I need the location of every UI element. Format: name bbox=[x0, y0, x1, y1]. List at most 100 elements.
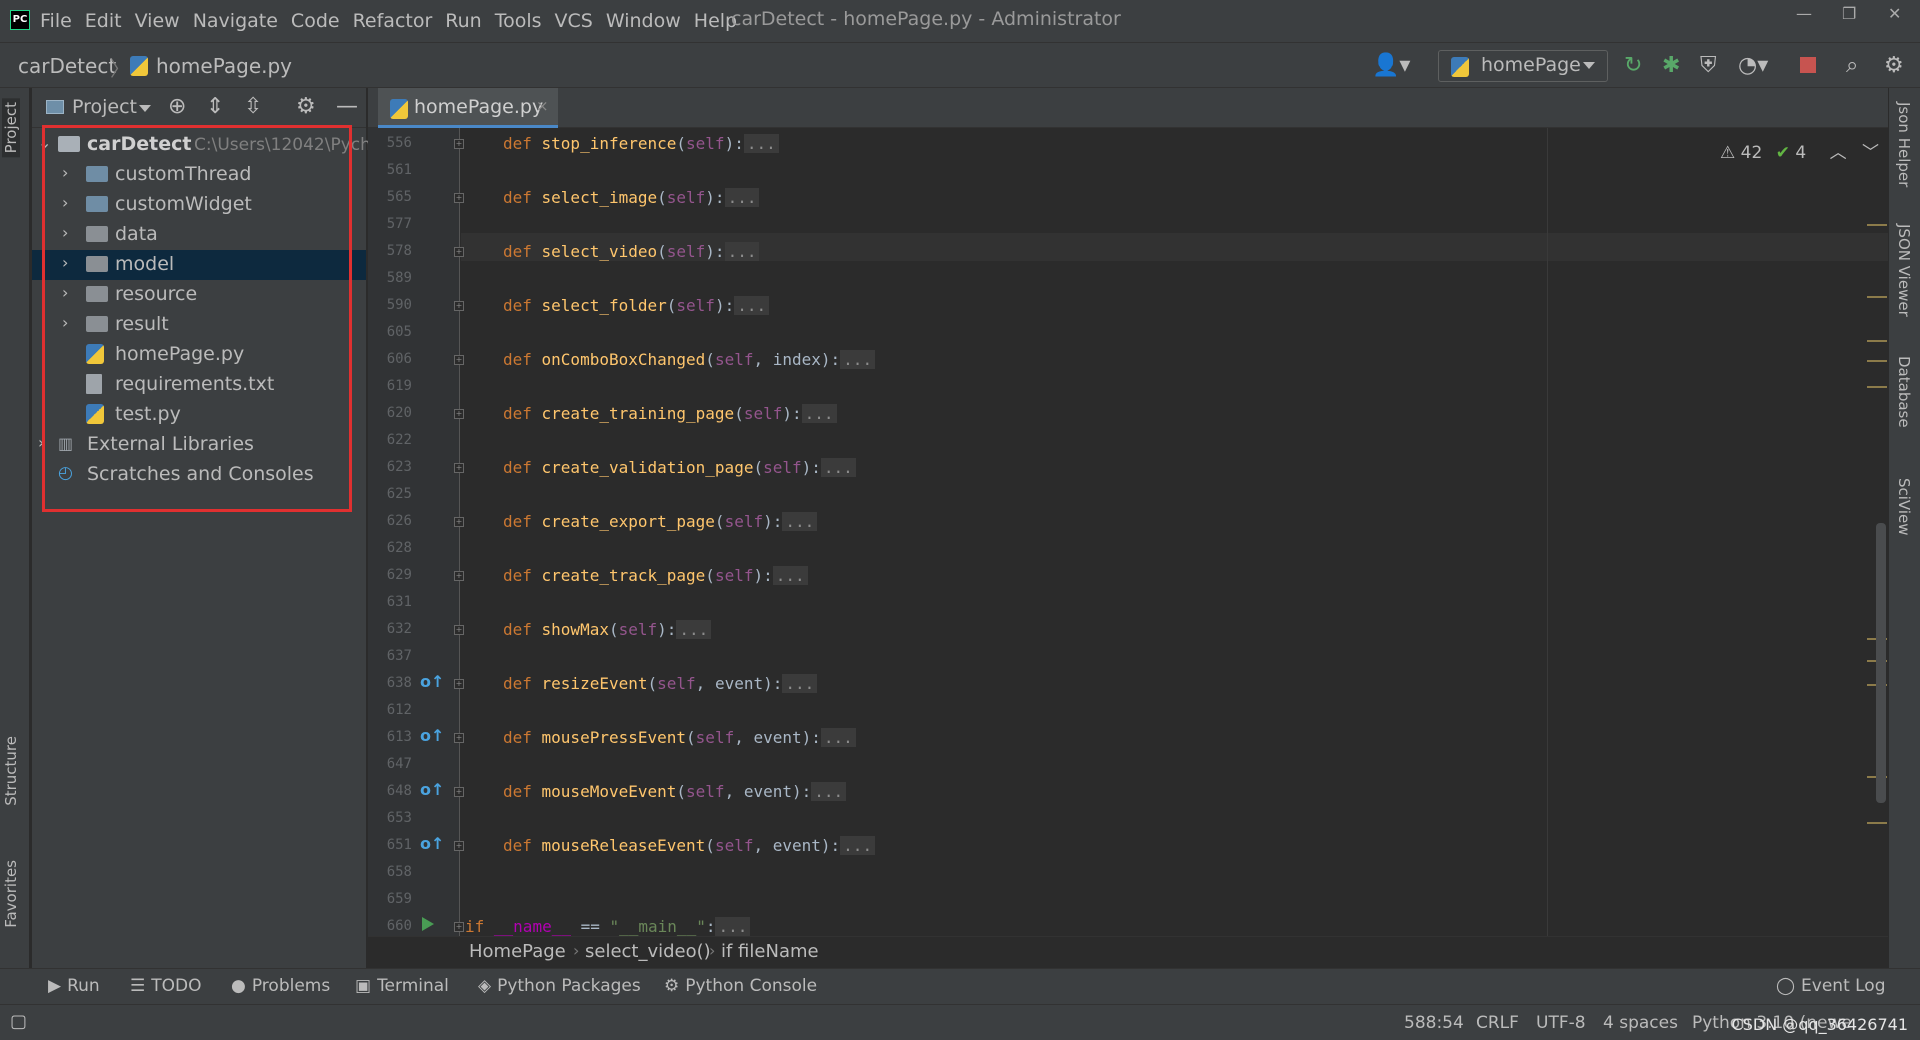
search-everywhere-icon[interactable]: ⌕ bbox=[1846, 53, 1858, 78]
profile-icon[interactable]: ◔▾ bbox=[1738, 53, 1768, 78]
fold-toggle-icon[interactable]: + bbox=[454, 571, 464, 581]
problems-tool-button[interactable]: ● Problems bbox=[231, 976, 330, 996]
event-log-button[interactable]: ◯ Event Log bbox=[1776, 976, 1886, 996]
coverage-shield-icon[interactable]: ⛨ bbox=[1700, 53, 1717, 78]
fold-toggle-icon[interactable]: + bbox=[454, 922, 464, 932]
structure-tool-tab[interactable]: Structure bbox=[2, 736, 20, 806]
caret-position[interactable]: 588:54 bbox=[1404, 1013, 1464, 1033]
expand-all-icon[interactable]: ⇕ bbox=[206, 94, 224, 119]
panel-settings-gear-icon[interactable]: ⚙ bbox=[296, 94, 316, 119]
json-helper-tool-tab[interactable]: Json Helper bbox=[1895, 102, 1913, 187]
menu-vcs[interactable]: VCS bbox=[555, 10, 593, 32]
code-editor[interactable]: 556 561 565 577 578 589 590 605 606 619 620 622 623 6… bbox=[368, 128, 1888, 936]
error-stripe-mark[interactable] bbox=[1867, 340, 1887, 342]
menu-window[interactable]: Window bbox=[606, 10, 681, 32]
sciview-tool-tab[interactable]: SciView bbox=[1895, 478, 1913, 536]
toggle-tool-windows-icon[interactable]: ▢ bbox=[10, 1011, 27, 1032]
restore-button[interactable]: ❐ bbox=[1842, 4, 1856, 23]
vertical-scrollbar[interactable] bbox=[1876, 523, 1886, 803]
run-tool-button[interactable]: ▶ Run bbox=[48, 976, 100, 996]
menu-view[interactable]: View bbox=[135, 10, 180, 32]
menu-file[interactable]: File bbox=[40, 10, 72, 32]
breadcrumb-statement[interactable]: if fileName bbox=[721, 941, 819, 962]
code-line-main-guard[interactable]: if __name__ == "__main__":... bbox=[465, 917, 751, 936]
code-line-def[interactable]: def select_image(self):... bbox=[503, 188, 760, 207]
run-main-icon[interactable] bbox=[422, 917, 434, 931]
error-stripe-mark[interactable] bbox=[1867, 386, 1887, 388]
code-line-def[interactable]: def create_track_page(self):... bbox=[503, 566, 808, 585]
next-highlight-icon[interactable]: ﹀ bbox=[1862, 143, 1879, 163]
chevron-down-icon[interactable] bbox=[139, 105, 151, 112]
fold-toggle-icon[interactable]: + bbox=[454, 247, 464, 257]
favorites-tool-tab[interactable]: Favorites bbox=[2, 860, 20, 928]
todo-tool-button[interactable]: ☰ TODO bbox=[130, 976, 202, 996]
fold-toggle-icon[interactable]: + bbox=[454, 463, 464, 473]
python-console-tool-button[interactable]: ⚙ Python Console bbox=[664, 976, 817, 996]
fold-toggle-icon[interactable]: + bbox=[454, 625, 464, 635]
close-tab-icon[interactable]: × bbox=[536, 97, 549, 115]
fold-toggle-icon[interactable]: + bbox=[454, 787, 464, 797]
code-line-def[interactable]: def create_validation_page(self):... bbox=[503, 458, 856, 477]
indent-setting[interactable]: 4 spaces bbox=[1603, 1013, 1678, 1033]
fold-toggle-icon[interactable]: + bbox=[454, 409, 464, 419]
error-stripe-mark[interactable] bbox=[1867, 224, 1887, 226]
fold-toggle-icon[interactable]: + bbox=[454, 517, 464, 527]
fold-toggle-icon[interactable]: + bbox=[454, 193, 464, 203]
debug-bug-icon[interactable]: ✱ bbox=[1662, 53, 1680, 78]
nav-crumb-project[interactable]: carDetect bbox=[18, 54, 116, 78]
menu-code[interactable]: Code bbox=[291, 10, 340, 32]
menu-tools[interactable]: Tools bbox=[495, 10, 542, 32]
code-line-def[interactable]: def showMax(self):... bbox=[503, 620, 712, 639]
error-stripe-mark[interactable] bbox=[1867, 360, 1887, 362]
line-separator[interactable]: CRLF bbox=[1476, 1013, 1519, 1033]
minimize-button[interactable]: — bbox=[1796, 4, 1812, 23]
code-line-def[interactable]: def mousePressEvent(self, event):... bbox=[503, 728, 856, 747]
code-line-def[interactable]: def select_video(self):... bbox=[503, 242, 760, 261]
rerun-icon[interactable]: ↻ bbox=[1624, 53, 1642, 78]
database-tool-tab[interactable]: Database bbox=[1895, 356, 1913, 428]
breadcrumb-class[interactable]: HomePage bbox=[469, 941, 566, 962]
nav-crumb-file[interactable]: homePage.py bbox=[156, 54, 292, 78]
menu-run[interactable]: Run bbox=[445, 10, 481, 32]
code-line-def[interactable]: def mouseReleaseEvent(self, event):... bbox=[503, 836, 876, 855]
code-line-def[interactable]: def stop_inference(self):... bbox=[503, 134, 779, 153]
inspection-widget[interactable]: ⚠ 42 ✔ 4 ︿ ﹀ bbox=[1720, 138, 1879, 163]
previous-highlight-icon[interactable]: ︿ bbox=[1830, 143, 1847, 163]
code-line-def[interactable]: def onComboBoxChanged(self, index):... bbox=[503, 350, 876, 369]
user-account-icon[interactable]: 👤▾ bbox=[1372, 53, 1410, 78]
terminal-tool-button[interactable]: ▣ Terminal bbox=[355, 976, 449, 996]
project-view-selector[interactable]: Project bbox=[72, 96, 137, 118]
code-line-def[interactable]: def mouseMoveEvent(self, event):... bbox=[503, 782, 847, 801]
menu-navigate[interactable]: Navigate bbox=[193, 10, 278, 32]
settings-gear-icon[interactable]: ⚙ bbox=[1884, 53, 1904, 78]
code-line-def[interactable]: def select_folder(self):... bbox=[503, 296, 770, 315]
stop-icon[interactable] bbox=[1800, 57, 1816, 73]
menu-edit[interactable]: Edit bbox=[85, 10, 122, 32]
json-viewer-tool-tab[interactable]: JSON Viewer bbox=[1895, 224, 1913, 317]
project-tool-tab[interactable]: Project bbox=[2, 98, 20, 158]
close-window-button[interactable]: ✕ bbox=[1888, 4, 1901, 23]
fold-toggle-icon[interactable]: + bbox=[454, 139, 464, 149]
collapse-all-icon[interactable]: ⇳ bbox=[244, 94, 262, 119]
fold-toggle-icon[interactable]: + bbox=[454, 355, 464, 365]
fold-toggle-icon[interactable]: + bbox=[454, 301, 464, 311]
fold-toggle-icon[interactable]: + bbox=[454, 841, 464, 851]
error-stripe-mark[interactable] bbox=[1867, 822, 1887, 824]
fold-toggle-icon[interactable]: + bbox=[454, 733, 464, 743]
error-stripe-mark[interactable] bbox=[1867, 296, 1887, 298]
locate-crosshair-icon[interactable]: ⊕ bbox=[168, 94, 186, 119]
python-packages-tool-button[interactable]: ◈ Python Packages bbox=[478, 976, 641, 996]
code-line-def[interactable]: def resizeEvent(self, event):... bbox=[503, 674, 818, 693]
file-encoding[interactable]: UTF-8 bbox=[1536, 1013, 1586, 1033]
override-method-icon[interactable]: o↑ bbox=[420, 780, 444, 799]
hide-panel-icon[interactable]: — bbox=[336, 94, 358, 119]
code-line-def[interactable]: def create_export_page(self):... bbox=[503, 512, 818, 531]
breadcrumb-method[interactable]: select_video() bbox=[585, 941, 711, 962]
run-configuration-selector[interactable]: homePage bbox=[1438, 50, 1608, 82]
code-line-def[interactable]: def create_training_page(self):... bbox=[503, 404, 837, 423]
menu-refactor[interactable]: Refactor bbox=[353, 10, 433, 32]
tab-homepage-py[interactable]: homePage.py × bbox=[378, 88, 558, 128]
override-method-icon[interactable]: o↑ bbox=[420, 726, 444, 745]
override-method-icon[interactable]: o↑ bbox=[420, 672, 444, 691]
fold-toggle-icon[interactable]: + bbox=[454, 679, 464, 689]
